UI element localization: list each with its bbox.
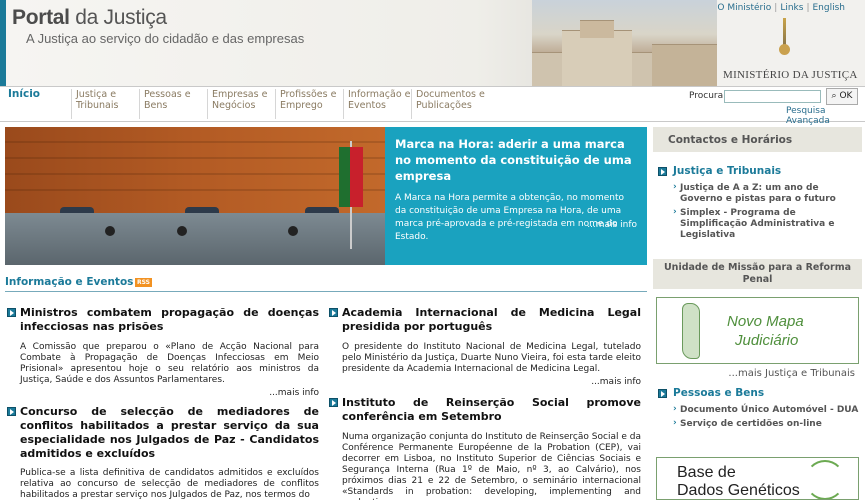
- bdg-line-2: Dados Genéticos: [677, 482, 800, 499]
- more-justica-link[interactable]: ...mais Justiça e Tribunais: [653, 368, 855, 379]
- main-nav: Início Justiça e Tribunais Pessoas e Ben…: [0, 86, 865, 126]
- link-simplex[interactable]: Simplex - Programa de Simplificação Admi…: [673, 207, 860, 241]
- hero-text: A Marca na Hora permite a obtenção, no m…: [395, 193, 624, 242]
- search-button[interactable]: ⌕ OK: [826, 88, 858, 105]
- hero-photo[interactable]: [5, 127, 385, 265]
- header-photo: [532, 0, 717, 86]
- mapa-judiciario-banner[interactable]: Novo Mapa Judiciário: [656, 297, 859, 364]
- nav-item-pessoas-bens[interactable]: Pessoas e Bens: [139, 89, 207, 119]
- search-icon: ⌕: [831, 91, 837, 101]
- ministry-name: MINISTÉRIO DA JUSTIÇA: [723, 69, 858, 81]
- link-dua[interactable]: Documento Único Automóvel - DUA: [673, 404, 860, 416]
- news-text: A Comissão que preparou o «Plano de Acçã…: [20, 342, 319, 385]
- divider: [5, 291, 647, 292]
- brand-bar: [0, 0, 6, 86]
- top-link-links[interactable]: Links: [780, 3, 803, 13]
- site-title[interactable]: Portal da Justiça: [12, 6, 167, 30]
- umrp-box[interactable]: Unidade de Missão para a Reforma Penal: [653, 259, 862, 289]
- bullet-arrow-icon: [329, 398, 338, 407]
- search-label: Procura: [689, 91, 724, 101]
- top-link-ministerio[interactable]: O Ministério: [717, 3, 771, 13]
- news-item: Concurso de selecção de mediadores de co…: [7, 405, 319, 500]
- top-link-english[interactable]: English: [813, 3, 846, 13]
- news-text: Publica-se a lista definitiva de candida…: [20, 468, 319, 500]
- hero-box: Marca na Hora: aderir a uma marca no mom…: [385, 127, 647, 265]
- nav-item-empresas-negocios[interactable]: Empresas e Negócios: [207, 89, 275, 119]
- link-certidoes[interactable]: Serviço de certidões on-line: [673, 418, 860, 430]
- hero-banner: Marca na Hora: aderir a uma marca no mom…: [5, 127, 647, 265]
- bullet-arrow-icon: [329, 308, 338, 317]
- info-events-heading[interactable]: Informação e Eventos: [5, 276, 133, 288]
- base-dados-geneticos-banner[interactable]: Base de Dados Genéticos: [656, 457, 859, 500]
- news-more-link[interactable]: ...mais info: [591, 377, 641, 387]
- bullet-arrow-icon: [658, 167, 667, 176]
- bullet-arrow-icon: [7, 308, 16, 317]
- bullet-arrow-icon: [7, 407, 16, 416]
- right-column: Contactos e Horários Justiça e Tribunais…: [653, 127, 862, 500]
- site-header: Portal da Justiça A Justiça ao serviço d…: [0, 0, 865, 86]
- contacts-box[interactable]: Contactos e Horários: [653, 127, 862, 152]
- dna-helix-icon: [805, 460, 845, 499]
- news-item: Instituto de Reinserção Social promove c…: [329, 396, 641, 500]
- mapa-line-1: Novo Mapa: [727, 313, 804, 330]
- hero-title[interactable]: Marca na Hora: aderir a uma marca no mom…: [395, 136, 637, 184]
- mapa-line-2: Judiciário: [735, 332, 799, 349]
- site-subtitle: A Justiça ao serviço do cidadão e das em…: [26, 31, 305, 46]
- news-title[interactable]: Academia Internacional de Medicina Legal…: [342, 306, 641, 334]
- news-text: O presidente do Instituto Nacional de Me…: [342, 342, 641, 374]
- section-justica-tribunais[interactable]: Justiça e Tribunais: [673, 165, 781, 177]
- nav-item-inicio[interactable]: Início: [4, 89, 70, 119]
- advanced-search-link[interactable]: Pesquisa Avançada: [786, 106, 865, 126]
- bdg-line-1: Base de: [677, 464, 736, 481]
- bullet-arrow-icon: [658, 389, 667, 398]
- news-more-link[interactable]: ...mais info: [269, 388, 319, 398]
- ministry-logo[interactable]: O Ministério | Links | English MINISTÉRIO DA…: [717, 0, 865, 86]
- flag-icon: [339, 147, 363, 207]
- link-justica-a-z[interactable]: Justiça de A a Z: um ano de Governo e pi…: [673, 182, 860, 205]
- nav-item-profissoes-emprego[interactable]: Profissões e Emprego: [275, 89, 343, 119]
- news-item: Academia Internacional de Medicina Legal…: [329, 306, 641, 387]
- search-input[interactable]: [724, 90, 821, 103]
- portugal-map-icon: [682, 303, 700, 359]
- hero-more-link[interactable]: ...mais info: [587, 220, 637, 230]
- top-links: O Ministério | Links | English: [717, 3, 845, 13]
- section-pessoas-bens[interactable]: Pessoas e Bens: [673, 387, 764, 399]
- news-title[interactable]: Concurso de selecção de mediadores de co…: [20, 405, 319, 461]
- nav-item-documentos-publicacoes[interactable]: Documentos e Publicações: [411, 89, 491, 119]
- nav-item-justica-tribunais[interactable]: Justiça e Tribunais: [71, 89, 139, 119]
- crest-orb-icon: [779, 44, 790, 55]
- news-title[interactable]: Ministros combatem propagação de doenças…: [20, 306, 319, 334]
- news-item: Ministros combatem propagação de doenças…: [7, 306, 319, 398]
- news-title[interactable]: Instituto de Reinserção Social promove c…: [342, 396, 641, 424]
- news-text: Numa organização conjunta do Instituto d…: [342, 432, 641, 500]
- nav-item-informacao-eventos[interactable]: Informação e Eventos: [343, 89, 411, 119]
- rss-icon[interactable]: RSS: [135, 278, 152, 287]
